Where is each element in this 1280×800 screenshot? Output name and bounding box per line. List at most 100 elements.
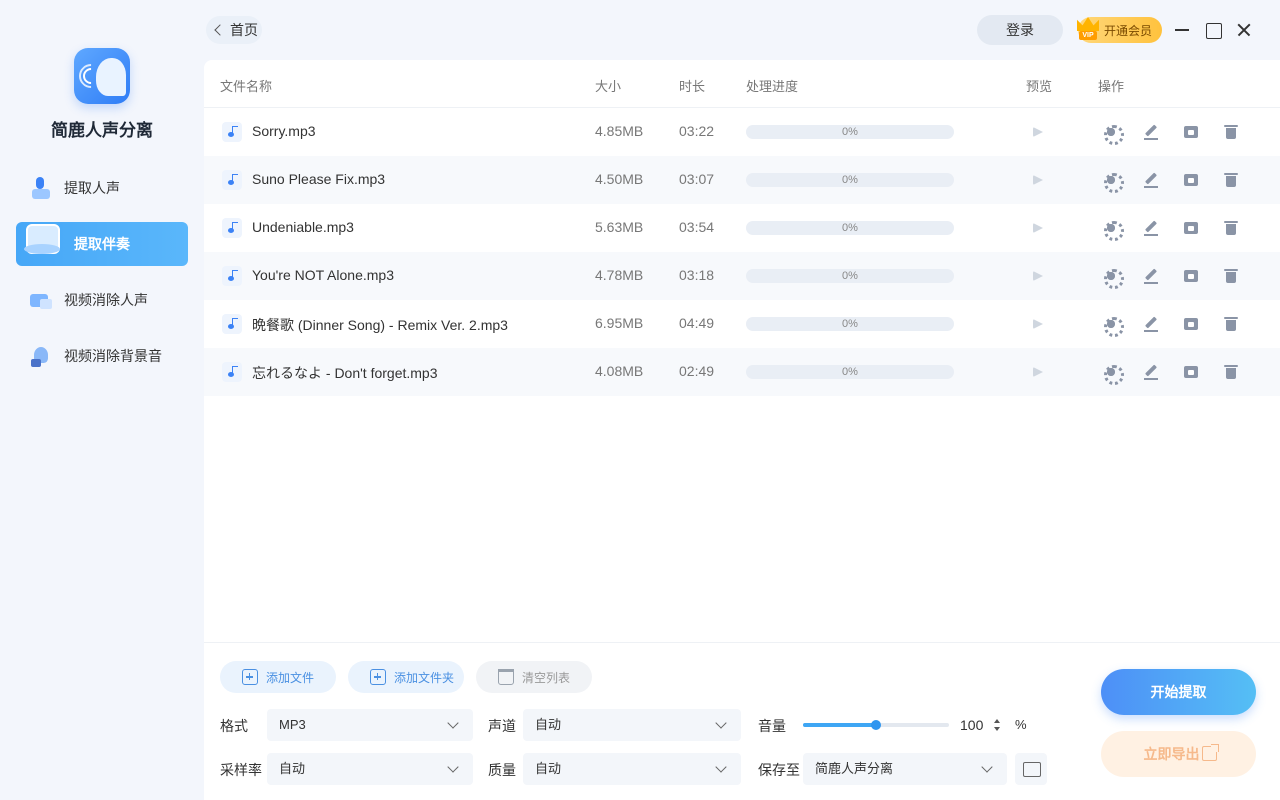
add-file-button[interactable]: 添加文件 (220, 661, 336, 693)
edit-icon[interactable] (1143, 268, 1159, 284)
gear-icon[interactable] (1103, 268, 1124, 289)
chevron-down-icon (447, 761, 459, 773)
sidebar-item-label: 视频消除背景音 (64, 348, 162, 364)
clear-list-label: 清空列表 (522, 670, 571, 685)
add-folder-icon (370, 669, 386, 685)
gear-icon[interactable] (1103, 316, 1124, 337)
edit-icon[interactable] (1143, 124, 1159, 140)
saveto-value: 简鹿人声分离 (815, 761, 894, 776)
file-size: 4.50MB (595, 171, 644, 187)
gear-icon[interactable] (1103, 124, 1124, 145)
trash-icon[interactable] (1223, 268, 1239, 284)
file-size: 4.08MB (595, 363, 644, 379)
gear-icon[interactable] (1103, 364, 1124, 385)
col-name: 文件名称 (220, 79, 273, 94)
quality-label: 质量 (488, 762, 516, 778)
volume-stepper[interactable]: 100 (956, 711, 1006, 739)
channel-label: 声道 (488, 718, 516, 734)
play-icon[interactable] (1033, 127, 1043, 137)
progress-bar: 0% (746, 269, 954, 283)
sidebar-item-extract-accompaniment[interactable]: 提取伴奏 (16, 222, 188, 266)
file-size: 6.95MB (595, 315, 644, 331)
music-note-icon (222, 122, 242, 142)
table-row[interactable]: You're NOT Alone.mp3 4.78MB 03:18 0% (204, 252, 1280, 300)
gear-icon[interactable] (1103, 172, 1124, 193)
file-name: Sorry.mp3 (252, 123, 316, 139)
table-row[interactable]: Suno Please Fix.mp3 4.50MB 03:07 0% (204, 156, 1280, 204)
sidebar-item-label: 视频消除人声 (64, 292, 148, 308)
gear-icon[interactable] (1103, 220, 1124, 241)
play-icon[interactable] (1033, 367, 1043, 377)
sidebar-item-video-remove-bgm[interactable]: 视频消除背景音 (16, 334, 188, 378)
quality-value: 自动 (535, 761, 562, 776)
play-icon[interactable] (1033, 319, 1043, 329)
export-now-button[interactable]: 立即导出 (1101, 731, 1256, 777)
table-row[interactable]: Undeniable.mp3 5.63MB 03:54 0% (204, 204, 1280, 252)
volume-value: 100 (960, 717, 984, 733)
file-duration: 04:49 (679, 315, 715, 331)
play-icon[interactable] (1033, 175, 1043, 185)
open-folder-button[interactable] (1015, 753, 1047, 785)
progress-bar: 0% (746, 221, 954, 235)
clear-list-button[interactable]: 清空列表 (476, 661, 592, 693)
back-home-button[interactable]: 首页 (206, 16, 262, 44)
minimize-icon[interactable] (1172, 20, 1192, 40)
close-icon[interactable] (1234, 20, 1254, 40)
start-extract-button[interactable]: 开始提取 (1101, 669, 1256, 715)
sidebar-item-extract-vocals[interactable]: 提取人声 (16, 166, 188, 210)
volume-slider[interactable] (803, 720, 949, 730)
music-note-icon (222, 170, 242, 190)
folder-icon[interactable] (1183, 316, 1199, 332)
file-name: 忘れるなよ - Don't forget.mp3 (252, 365, 438, 381)
chevron-down-icon (981, 761, 993, 773)
chevron-left-icon (214, 24, 226, 36)
folder-icon[interactable] (1183, 268, 1199, 284)
percent-sign: % (1015, 717, 1027, 732)
app-logo-icon (74, 48, 130, 104)
file-name: You're NOT Alone.mp3 (252, 267, 394, 283)
spin-down-icon[interactable] (994, 727, 1000, 731)
quality-select[interactable]: 自动 (523, 753, 741, 785)
saveto-select[interactable]: 简鹿人声分离 (803, 753, 1007, 785)
format-label: 格式 (220, 718, 248, 734)
channel-select[interactable]: 自动 (523, 709, 741, 741)
col-preview: 预览 (1026, 79, 1053, 94)
edit-icon[interactable] (1143, 220, 1159, 236)
folder-icon[interactable] (1183, 172, 1199, 188)
file-duration: 03:22 (679, 123, 715, 139)
folder-icon[interactable] (1183, 220, 1199, 236)
progress-bar: 0% (746, 317, 954, 331)
file-name: Undeniable.mp3 (252, 219, 354, 235)
trash-icon[interactable] (1223, 124, 1239, 140)
folder-icon[interactable] (1183, 124, 1199, 140)
play-icon[interactable] (1033, 271, 1043, 281)
folder-icon[interactable] (1183, 364, 1199, 380)
sidebar-item-label: 提取伴奏 (74, 236, 130, 252)
table-row[interactable]: 晩餐歌 (Dinner Song) - Remix Ver. 2.mp3 6.9… (204, 300, 1280, 348)
add-folder-button[interactable]: 添加文件夹 (348, 661, 464, 693)
spin-up-icon[interactable] (994, 719, 1000, 723)
sidebar-item-video-remove-vocals[interactable]: 视频消除人声 (16, 278, 188, 322)
samplerate-select[interactable]: 自动 (267, 753, 473, 785)
trash-icon[interactable] (1223, 172, 1239, 188)
add-folder-label: 添加文件夹 (394, 670, 455, 685)
progress-bar: 0% (746, 173, 954, 187)
music-note-icon (222, 218, 242, 238)
trash-icon[interactable] (1223, 364, 1239, 380)
trash-icon[interactable] (1223, 316, 1239, 332)
maximize-icon[interactable] (1203, 20, 1223, 40)
edit-icon[interactable] (1143, 364, 1159, 380)
file-size: 5.63MB (595, 219, 644, 235)
volume-slider-handle[interactable] (871, 720, 881, 730)
trash-icon[interactable] (1223, 220, 1239, 236)
edit-icon[interactable] (1143, 316, 1159, 332)
add-file-icon (242, 669, 258, 685)
table-row[interactable]: 忘れるなよ - Don't forget.mp3 4.08MB 02:49 0% (204, 348, 1280, 396)
login-button[interactable]: 登录 (977, 15, 1063, 45)
add-file-label: 添加文件 (266, 670, 315, 685)
format-select[interactable]: MP3 (267, 709, 473, 741)
edit-icon[interactable] (1143, 172, 1159, 188)
table-row[interactable]: Sorry.mp3 4.85MB 03:22 0% (204, 108, 1280, 156)
play-icon[interactable] (1033, 223, 1043, 233)
volume-slider-fill (803, 723, 876, 727)
